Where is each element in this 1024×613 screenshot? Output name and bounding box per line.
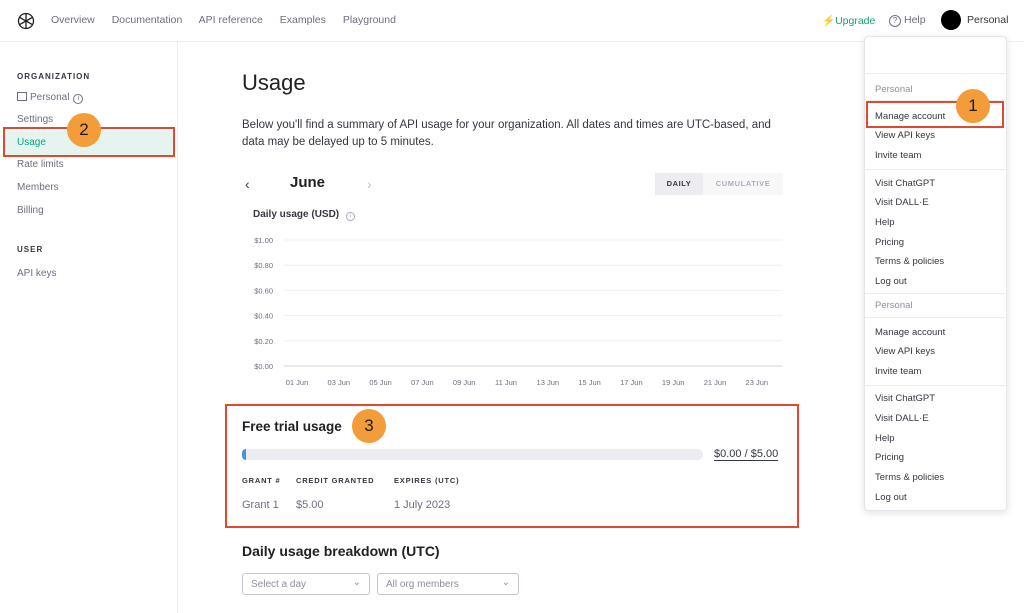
account-menu-button[interactable]: Personal	[967, 14, 1008, 26]
day-select-placeholder: Select a day	[251, 579, 307, 590]
chevron-down-icon: ⌄	[501, 577, 510, 588]
org-name: Personal	[30, 92, 70, 103]
view-toggle: DAILY CUMULATIVE	[655, 173, 783, 195]
day-select[interactable]: Select a day ⌄	[242, 573, 370, 595]
x-tick-label: 17 Jun	[620, 378, 643, 387]
menu-item-log-out[interactable]: Log out	[875, 492, 907, 503]
x-tick-label: 21 Jun	[704, 378, 727, 387]
menu-divider	[865, 73, 1006, 74]
next-month-chevron-icon[interactable]: ›	[367, 176, 372, 192]
chart-info-icon[interactable]: i	[345, 212, 355, 221]
menu-item-view-api-keys[interactable]: View API keys	[875, 130, 935, 141]
y-tick-label: $0.00	[254, 362, 273, 371]
x-tick-label: 19 Jun	[662, 378, 685, 387]
y-tick-label: $1.00	[254, 236, 273, 245]
question-circle-icon: ?	[889, 15, 901, 27]
user-heading: USER	[17, 245, 44, 254]
menu-item-terms[interactable]: Terms & policies	[875, 472, 944, 483]
chart-title-text: Daily usage (USD)	[253, 209, 340, 220]
upgrade-label: Upgrade	[835, 15, 876, 27]
menu-item-visit-dalle[interactable]: Visit DALL·E	[875, 197, 929, 208]
organization-heading: ORGANIZATION	[17, 72, 91, 81]
menu-item-help[interactable]: Help	[875, 433, 895, 444]
x-tick-label: 23 Jun	[746, 378, 769, 387]
x-tick-label: 07 Jun	[411, 378, 434, 387]
free-trial-progress-fill	[242, 449, 246, 460]
sidebar-org-selector[interactable]: Personal i	[17, 92, 84, 104]
x-tick-label: 03 Jun	[328, 378, 351, 387]
x-tick-label: 11 Jun	[495, 378, 517, 387]
menu-section-header: Personal	[875, 84, 913, 95]
sidebar-item-api-keys[interactable]: API keys	[17, 268, 56, 279]
credit-column-header: CREDIT GRANTED	[296, 476, 375, 485]
daily-toggle-button[interactable]: DAILY	[655, 173, 703, 195]
menu-item-manage-account[interactable]: Manage account	[875, 327, 945, 338]
sidebar-item-billing[interactable]: Billing	[17, 205, 44, 216]
callout-badge-2: 2	[67, 113, 101, 147]
chevron-down-icon: ⌄	[352, 577, 361, 588]
menu-item-help[interactable]: Help	[875, 217, 895, 228]
nav-examples-link[interactable]: Examples	[280, 14, 326, 26]
nav-documentation-link[interactable]: Documentation	[112, 14, 183, 26]
grant-column-header: GRANT #	[242, 476, 281, 485]
expires-cell: 1 July 2023	[394, 499, 451, 511]
menu-item-view-api-keys[interactable]: View API keys	[875, 346, 935, 357]
y-tick-label: $0.20	[254, 337, 273, 346]
callout-badge-3: 3	[352, 409, 386, 443]
usage-summary-text: Below you'll find a summary of API usage…	[242, 119, 771, 148]
callout-badge-1: 1	[956, 89, 990, 123]
sidebar-item-members[interactable]: Members	[17, 182, 59, 193]
info-icon[interactable]: i	[73, 94, 84, 104]
menu-item-visit-dalle[interactable]: Visit DALL·E	[875, 413, 929, 424]
menu-item-visit-chatgpt[interactable]: Visit ChatGPT	[875, 178, 935, 189]
cumulative-toggle-button[interactable]: CUMULATIVE	[703, 173, 783, 195]
grant-cell: Grant 1	[242, 499, 279, 511]
y-tick-label: $0.40	[254, 312, 273, 321]
nav-overview-link[interactable]: Overview	[51, 14, 95, 26]
menu-divider	[865, 169, 1006, 170]
nav-playground-link[interactable]: Playground	[343, 14, 396, 26]
credit-cell: $5.00	[296, 499, 324, 511]
avatar[interactable]	[941, 10, 961, 30]
menu-divider	[865, 317, 1006, 318]
free-trial-title: Free trial usage	[242, 419, 342, 434]
help-label: Help	[904, 14, 926, 26]
page-title: Usage	[242, 70, 306, 95]
previous-month-chevron-icon[interactable]: ‹	[245, 176, 250, 192]
members-select[interactable]: All org members ⌄	[377, 573, 519, 595]
x-tick-label: 15 Jun	[578, 378, 601, 387]
upgrade-link[interactable]: ⚡Upgrade	[822, 14, 875, 27]
daily-usage-chart: $1.00 $0.80 $0.60 $0.40 $0.20 $0.00 01 Jun 03 J…	[254, 236, 782, 387]
menu-section-header: Personal	[875, 300, 913, 311]
x-tick-label: 01 Jun	[286, 378, 309, 387]
members-select-value: All org members	[386, 579, 459, 590]
menu-divider	[865, 293, 1006, 294]
expires-column-header: EXPIRES (UTC)	[394, 476, 460, 485]
menu-item-pricing[interactable]: Pricing	[875, 237, 904, 248]
nav-api-reference-link[interactable]: API reference	[199, 14, 263, 26]
free-trial-progress-bar	[242, 449, 703, 460]
sidebar-item-settings[interactable]: Settings	[17, 114, 53, 125]
month-label: June	[290, 174, 326, 191]
chart-title: Daily usage (USD) i	[253, 209, 355, 221]
menu-item-terms[interactable]: Terms & policies	[875, 256, 944, 267]
menu-item-pricing[interactable]: Pricing	[875, 452, 904, 463]
x-tick-label: 09 Jun	[453, 378, 476, 387]
menu-divider	[865, 385, 1006, 386]
menu-item-log-out[interactable]: Log out	[875, 276, 907, 287]
free-trial-amount[interactable]: $0.00 / $5.00	[714, 448, 779, 461]
building-icon	[17, 92, 27, 101]
lightning-icon: ⚡	[822, 15, 836, 27]
x-tick-label: 13 Jun	[537, 378, 560, 387]
breakdown-title: Daily usage breakdown (UTC)	[242, 543, 440, 559]
menu-item-invite-team[interactable]: Invite team	[875, 366, 921, 377]
openai-logo-icon[interactable]	[16, 11, 36, 31]
x-tick-label: 05 Jun	[369, 378, 392, 387]
menu-item-visit-chatgpt[interactable]: Visit ChatGPT	[875, 393, 935, 404]
y-tick-label: $0.60	[254, 286, 273, 295]
menu-item-invite-team[interactable]: Invite team	[875, 150, 921, 161]
help-link[interactable]: ? Help	[889, 14, 926, 27]
sidebar-item-rate-limits[interactable]: Rate limits	[17, 159, 64, 170]
y-tick-label: $0.80	[254, 261, 273, 270]
